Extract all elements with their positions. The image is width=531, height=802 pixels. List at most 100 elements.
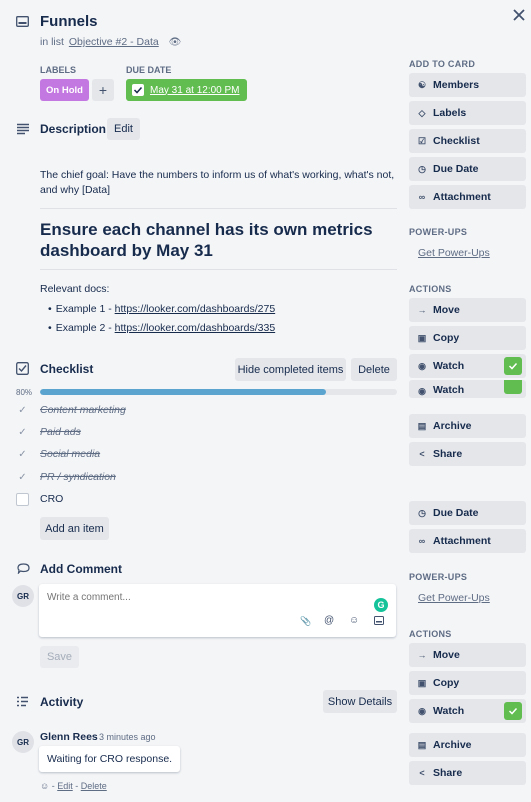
check-badge-icon [504,380,522,394]
attachment-icon[interactable]: 📎 [300,616,311,627]
delete-checklist-button[interactable]: Delete [351,358,397,381]
doc-link[interactable]: https://looker.com/dashboards/275 [115,303,276,315]
reaction-icon[interactable]: ☺ [40,781,49,791]
mention-icon[interactable]: @ [324,615,334,626]
share-button[interactable]: < Share [409,442,526,466]
doc-item: • Example 2 - https://looker.com/dashboar… [48,322,276,334]
watch-label: Watch [433,705,465,717]
due-date-badge[interactable]: May 31 at 12:00 PM [126,79,247,101]
card-icon[interactable] [374,616,384,628]
list-link[interactable]: Objective #2 - Data [69,36,159,48]
due-date-header: DUE DATE [126,65,172,75]
edit-link[interactable]: Edit [57,781,73,791]
avatar[interactable]: GR [12,585,34,607]
progress-percent: 80% [16,388,33,397]
members-label: Members [433,79,480,91]
labels-header: LABELS [40,65,76,75]
checklist-item-text[interactable]: Social media [40,448,100,460]
grammarly-icon[interactable]: G [374,598,388,612]
check-badge-icon [504,702,522,720]
due-date-label: Due Date [433,163,479,175]
copy-icon: ▣ [417,677,427,688]
checklist-item[interactable]: ✓ Content marketing [16,400,126,420]
due-complete-checkbox[interactable] [132,84,144,96]
show-details-button[interactable]: Show Details [323,690,397,713]
copy-icon: ▣ [417,332,427,343]
divider [40,269,397,270]
checklist-item[interactable]: ✓ Paid ads [16,422,81,442]
checklist-item-text[interactable]: CRO [40,493,63,505]
edit-description-button[interactable]: Edit [107,118,140,140]
get-power-ups-link[interactable]: Get Power-Ups [418,592,490,604]
copy-label: Copy [433,332,460,344]
checklist-item[interactable]: ✓ Social media [16,444,100,464]
activity-comment-text: Waiting for CRO response. [47,753,173,765]
delete-link[interactable]: Delete [81,781,107,791]
activity-author[interactable]: Glenn Rees [40,731,98,743]
members-button[interactable]: ☯ Members [409,73,526,97]
activity-time[interactable]: 3 minutes ago [99,732,156,742]
arrow-right-icon: → [417,305,427,315]
share-label: Share [433,767,463,779]
get-power-ups-link[interactable]: Get Power-Ups [418,247,490,259]
copy-button[interactable]: ▣ Copy [409,326,526,350]
checklist-item-text[interactable]: Content marketing [40,404,126,416]
check-badge-icon [504,357,522,375]
checklist-title[interactable]: Checklist [40,362,93,376]
actions-header: ACTIONS [409,284,452,294]
labels-button[interactable]: ◇ Labels [409,101,526,125]
add-label-button[interactable]: + [92,79,114,101]
checklist-button[interactable]: ☑ Checklist [409,129,526,153]
move-button[interactable]: → Move [409,643,526,667]
add-to-card-header: ADD TO CARD [409,59,476,69]
doc-prefix: Example 2 - [55,322,115,334]
doc-link[interactable]: https://looker.com/dashboards/335 [115,322,276,334]
checklist-item[interactable]: CRO [16,489,63,509]
copy-button[interactable]: ▣ Copy [409,671,526,695]
move-label: Move [433,649,460,661]
due-date-button[interactable]: ◷ Due Date [409,501,526,525]
avatar[interactable]: GR [12,731,34,753]
description-paragraph: The chief goal: Have the numbers to info… [40,169,395,196]
comment-box[interactable]: G 📎 @ ☺ [39,584,396,637]
archive-icon: ▤ [417,420,427,431]
archive-label: Archive [433,739,472,751]
watch-ghost-label: Watch [433,384,465,396]
check-icon[interactable]: ✓ [16,471,29,484]
due-date-text: May 31 at 12:00 PM [150,84,240,96]
add-item-button[interactable]: Add an item [40,517,109,540]
emoji-icon[interactable]: ☺ [349,615,359,626]
share-icon: < [419,768,425,778]
watch-button[interactable]: ◉ Watch [409,699,526,723]
check-icon[interactable]: ✓ [16,448,29,461]
comment-icon [17,563,30,577]
eye-icon: ◉ [418,385,426,396]
checkbox[interactable] [16,492,29,506]
card-title[interactable]: Funnels [40,13,98,30]
description-title: Description [40,122,107,136]
check-icon[interactable]: ✓ [16,426,29,439]
paperclip-icon: ∞ [418,536,426,546]
description-icon [16,123,30,138]
attachment-button[interactable]: ∞ Attachment [409,529,526,553]
close-icon[interactable] [512,8,526,22]
archive-button[interactable]: ▤ Archive [409,733,526,757]
save-comment-button[interactable]: Save [40,646,79,668]
due-date-button[interactable]: ◷ Due Date [409,157,526,181]
comment-input[interactable] [47,592,347,603]
hide-completed-button[interactable]: Hide completed items [235,358,346,381]
eye-icon[interactable]: 👁 [169,37,182,48]
attachment-button[interactable]: ∞ Attachment [409,185,526,209]
checklist-item-text[interactable]: Paid ads [40,426,81,438]
check-icon[interactable]: ✓ [16,404,29,417]
move-button[interactable]: → Move [409,298,526,322]
label-on-hold[interactable]: On Hold [40,79,89,101]
checklist-item[interactable]: ✓ PR / syndication [16,467,116,487]
docs-label: Relevant docs: [40,283,110,295]
checklist-item-text[interactable]: PR / syndication [40,471,116,483]
archive-button[interactable]: ▤ Archive [409,414,526,438]
progress-track [40,389,397,395]
watch-label: Watch [433,360,465,372]
watch-button[interactable]: ◉ Watch [409,354,526,378]
share-button[interactable]: < Share [409,761,526,785]
